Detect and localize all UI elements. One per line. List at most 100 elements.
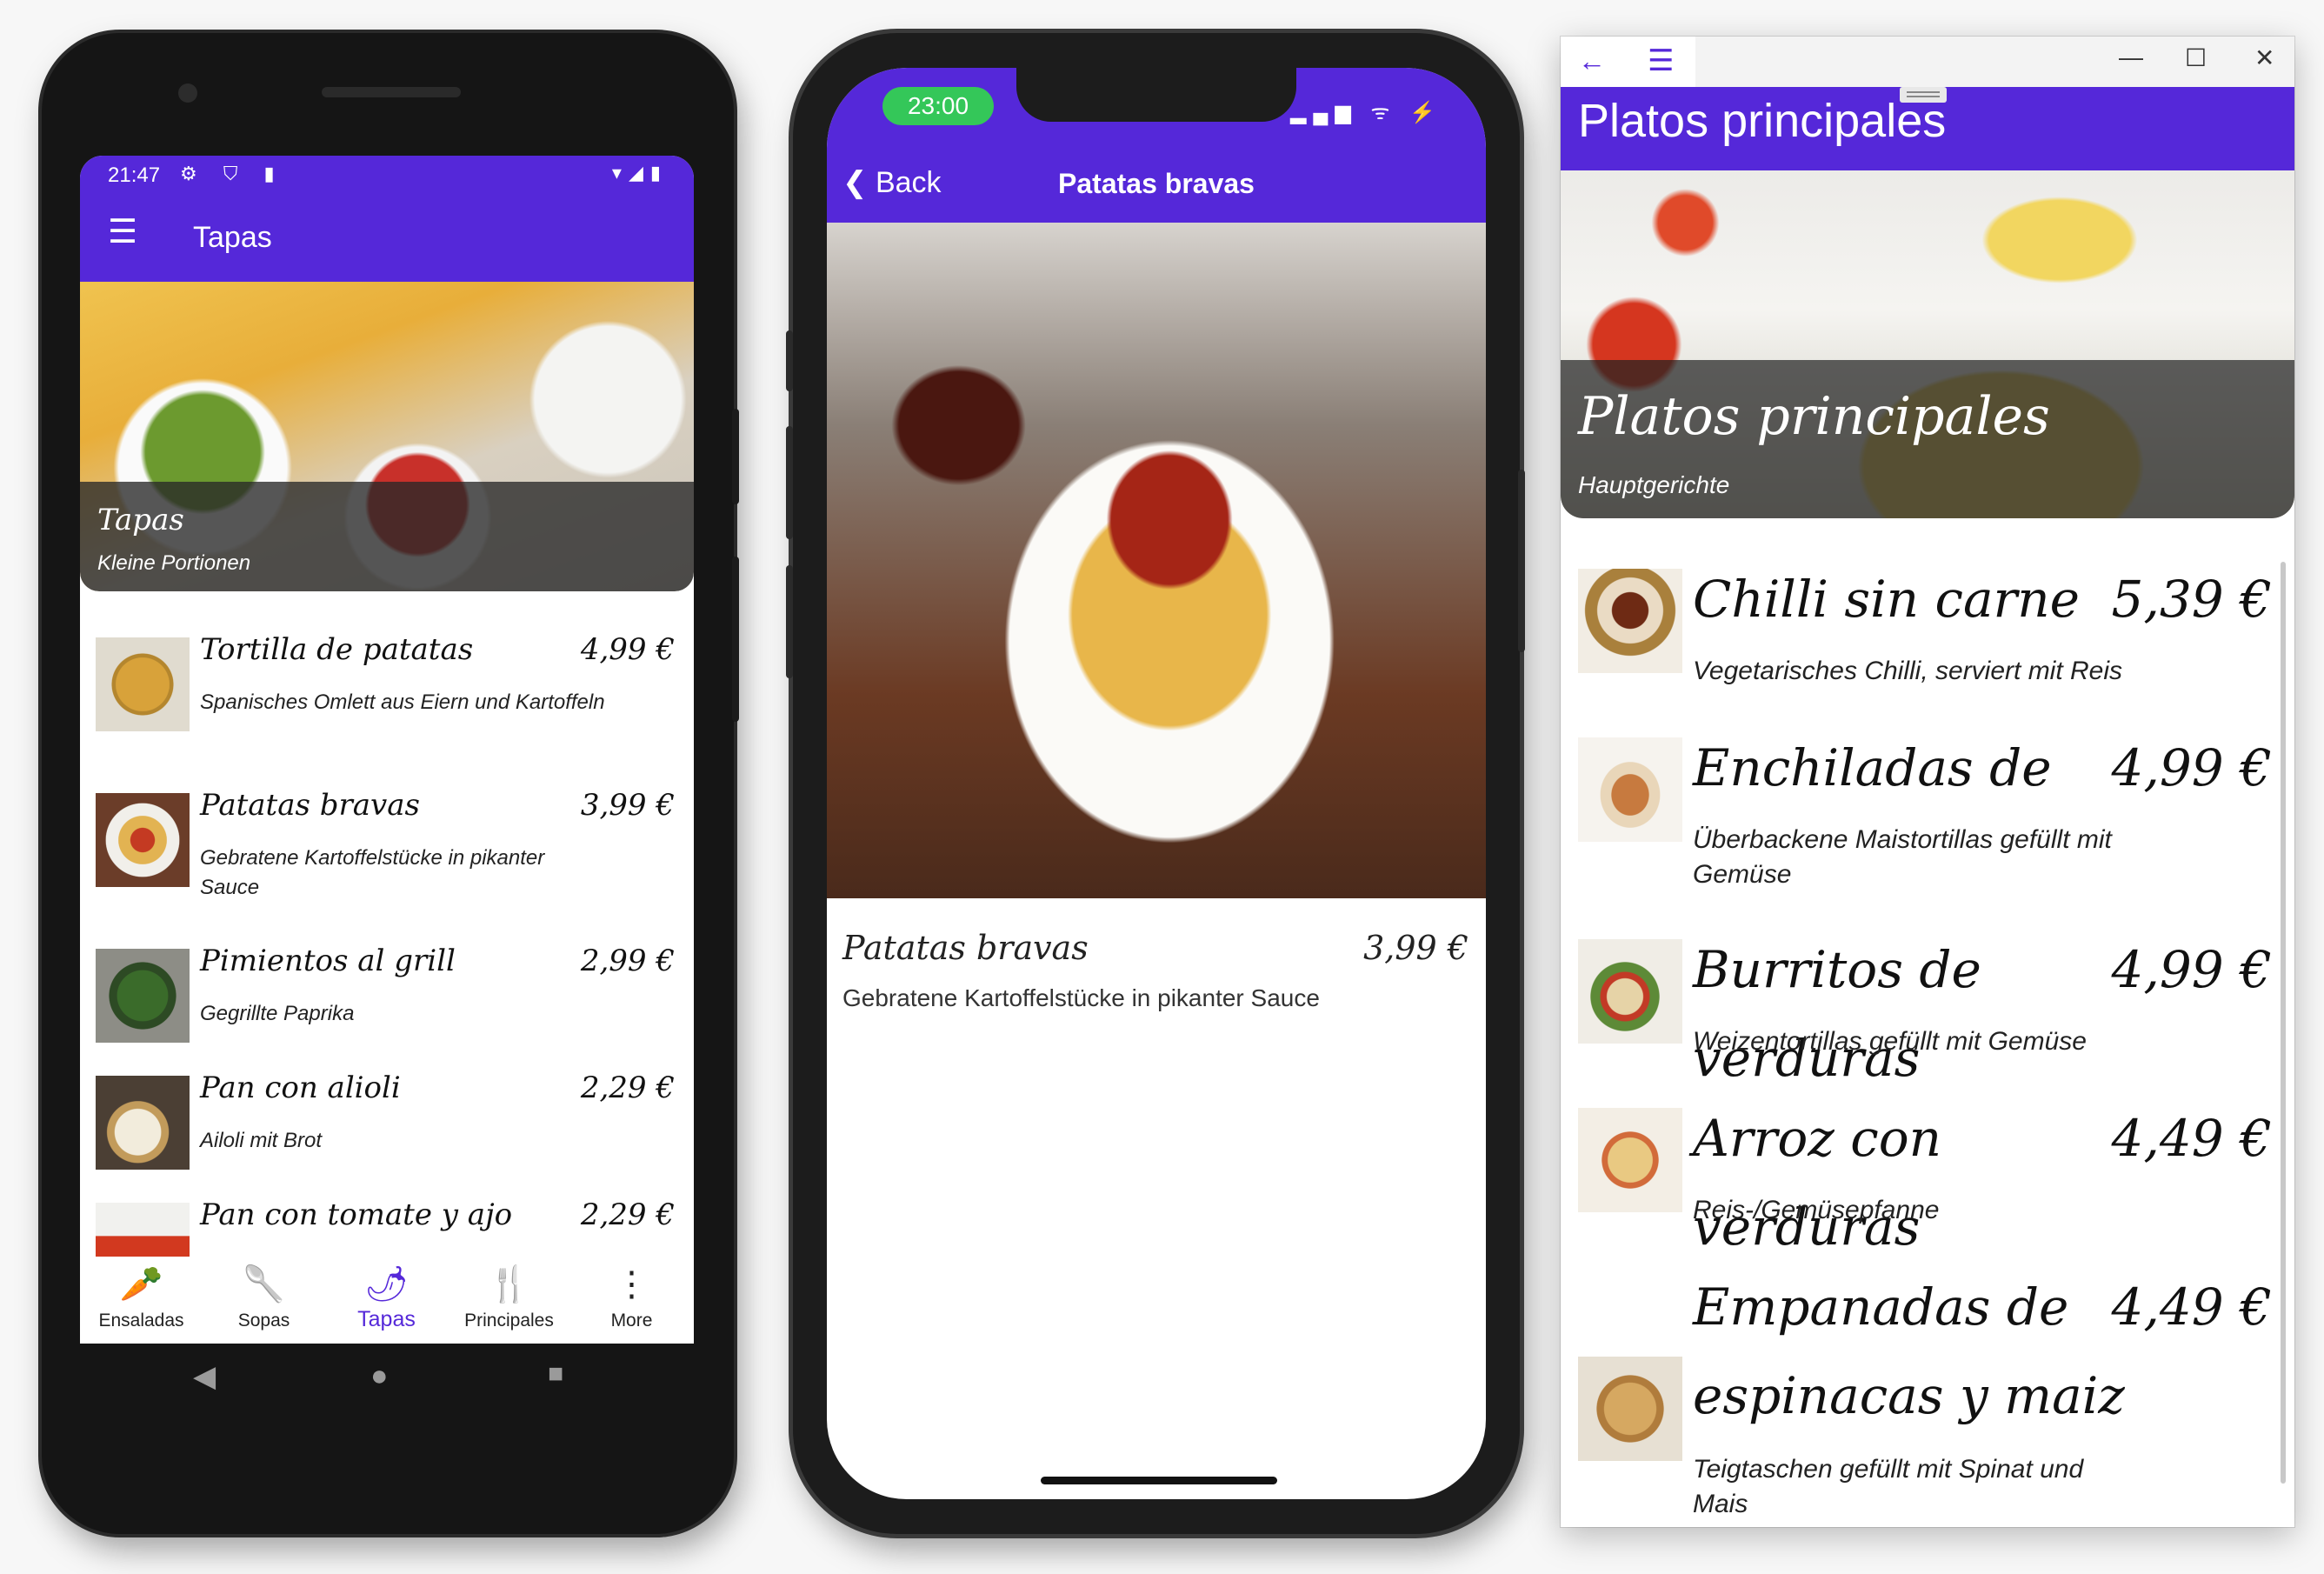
item-description: Gebratene Kartoffelstücke in pikanter Sa… xyxy=(842,984,1320,1011)
status-time: 21:47 xyxy=(108,163,161,187)
maximize-icon[interactable]: ☐ xyxy=(2185,43,2207,72)
tab-more[interactable]: ⋮ More xyxy=(570,1257,693,1344)
android-status-bar: 21:47 ⚙ ⛉ ▮ ▾◢▮ xyxy=(80,156,694,195)
drag-handle-icon[interactable] xyxy=(1900,87,1947,103)
bravas-photo xyxy=(96,793,190,887)
nav-home-icon[interactable]: ● xyxy=(370,1359,389,1393)
item-description: Spanisches Omlett aus Eiern und Kartoffe… xyxy=(200,690,605,714)
tab-label: Ensaladas xyxy=(98,1311,184,1331)
list-item[interactable]: Chilli sin carne 5,39 € Vegetarisches Ch… xyxy=(1561,560,2294,708)
android-system-nav: ◀ ● ■ xyxy=(80,1344,694,1422)
enchiladas-photo xyxy=(1578,737,1682,842)
item-name: Arroz con verduras xyxy=(1693,1109,1942,1257)
nav-back-icon[interactable]: ◀ xyxy=(193,1359,216,1394)
scrollbar[interactable] xyxy=(2281,562,2286,1484)
item-description: Gebratene Kartoffelstücke in pikanter Sa… xyxy=(200,846,545,899)
chilli-photo xyxy=(1578,569,1682,673)
back-label: Back xyxy=(875,166,942,199)
list-item[interactable]: Enchiladas de 4,99 € Überbackene Maistor… xyxy=(1561,729,2294,911)
pimientos-photo xyxy=(96,949,190,1043)
list-item[interactable]: Patatas bravas 3,99 € Gebratene Kartoffe… xyxy=(80,788,694,950)
window-titlebar: ← ☰ — ☐ ✕ xyxy=(1561,37,2294,87)
arroz-photo xyxy=(1578,1108,1682,1212)
iphone-volume-up xyxy=(786,426,793,539)
list-item[interactable]: Burritos de verduras 4,99 € Weizentortil… xyxy=(1561,930,2294,1088)
android-camera xyxy=(178,83,197,103)
android-power-button xyxy=(732,409,739,504)
list-item[interactable]: Empanadas de espinacas y maiz 4,49 € Tei… xyxy=(1561,1268,2294,1527)
iphone-volume-down xyxy=(786,565,793,678)
item-description: Ailoli mit Brot xyxy=(200,1129,323,1152)
page-title: Platos principales xyxy=(1578,95,1947,147)
android-speaker xyxy=(322,87,461,97)
home-indicator[interactable] xyxy=(1041,1477,1277,1484)
empanadas-photo xyxy=(1578,1357,1682,1461)
list-item[interactable]: Pan con tomate y ajo 2,29 € xyxy=(80,1203,694,1257)
tab-principales[interactable]: 🍴 Principales xyxy=(448,1257,570,1344)
iphone-mute-switch xyxy=(786,330,793,391)
tab-label: More xyxy=(610,1311,653,1331)
iphone-screen: 23:00 ▂▄▆ ᯤ ⚡ Patatas bravas ❮ Back Pata… xyxy=(827,68,1486,1499)
hero-title: Platos principales xyxy=(1578,386,2050,447)
tab-tapas[interactable]: 🌶 Tapas xyxy=(325,1257,448,1344)
item-price: 5,39 € xyxy=(2111,570,2272,629)
item-name: Pan con tomate y ajo xyxy=(200,1203,513,1232)
item-price: 4,99 € xyxy=(2111,738,2272,797)
item-price: 4,99 € xyxy=(2111,940,2272,999)
close-icon[interactable]: ✕ xyxy=(2254,43,2274,72)
tortilla-photo xyxy=(96,637,190,731)
hero-subtitle: Kleine Portionen xyxy=(97,551,251,575)
item-description: Weizentortillas gefüllt mit Gemüse xyxy=(1693,1027,2087,1056)
alioli-photo xyxy=(96,1076,190,1170)
item-description: Überbackene Maistortillas gefüllt mit Ge… xyxy=(1693,825,2112,889)
item-price: 3,99 € xyxy=(580,788,675,823)
hamburger-menu-icon[interactable]: ☰ xyxy=(108,216,137,249)
nav-recents-icon[interactable]: ■ xyxy=(548,1359,563,1389)
item-price: 2,29 € xyxy=(580,1203,675,1232)
platos-hero-image: Platos principales Hauptgerichte xyxy=(1561,170,2294,518)
windows-app-window: ← ☰ — ☐ ✕ Platos principales Platos prin… xyxy=(1561,37,2294,1527)
item-description: Reis-/Gemüsepfanne xyxy=(1693,1196,1940,1224)
status-notification-icons: ⚙ ⛉ ▮ xyxy=(180,163,285,184)
tab-label: Tapas xyxy=(357,1307,416,1331)
item-name: Pimientos al grill xyxy=(200,944,456,978)
android-volume-button xyxy=(732,557,739,722)
android-screen: 21:47 ⚙ ⛉ ▮ ▾◢▮ ☰ Tapas Tapas Kleine Por… xyxy=(80,156,694,1344)
list-item[interactable]: Arroz con verduras 4,49 € Reis-/Gemüsepf… xyxy=(1561,1099,2294,1257)
tab-ensaladas[interactable]: 🥕 Ensaladas xyxy=(80,1257,203,1344)
status-time: 23:00 xyxy=(882,87,994,125)
item-price: 4,49 € xyxy=(2111,1277,2272,1337)
item-description: Gegrillte Paprika xyxy=(200,1002,355,1025)
status-system-icons: ▂▄▆ ᯤ ⚡ xyxy=(1289,101,1442,124)
item-name: Patatas bravas xyxy=(200,788,420,823)
more-icon: ⋮ xyxy=(614,1265,649,1304)
bottom-tab-bar: 🥕 Ensaladas 🥄 Sopas 🌶 Tapas 🍴 Principale… xyxy=(80,1257,694,1344)
minimize-icon[interactable]: — xyxy=(2119,43,2143,71)
hero-subtitle: Hauptgerichte xyxy=(1578,471,1730,498)
back-button[interactable]: ❮ Back xyxy=(842,165,942,200)
item-name: Tortilla de patatas xyxy=(200,632,474,667)
pan-tomate-photo xyxy=(96,1203,190,1257)
item-price: 2,99 € xyxy=(580,944,675,978)
item-name: Enchiladas de xyxy=(1693,738,2052,797)
chevron-left-icon: ❮ xyxy=(842,166,876,199)
back-arrow-icon[interactable]: ← xyxy=(1578,45,1606,77)
android-app-bar: ☰ Tapas xyxy=(80,195,694,282)
tab-label: Sopas xyxy=(237,1311,290,1331)
hamburger-menu-icon[interactable]: ☰ xyxy=(1648,43,1674,78)
iphone-side-button xyxy=(1518,470,1525,652)
item-price: 4,99 € xyxy=(580,632,675,667)
list-item[interactable]: Tortilla de patatas 4,99 € Spanisches Om… xyxy=(80,632,694,794)
ladle-icon: 🥄 xyxy=(242,1265,286,1304)
hero-caption: Platos principales Hauptgerichte xyxy=(1561,360,2294,518)
item-description: Vegetarisches Chilli, serviert mit Reis xyxy=(1693,657,2123,685)
status-system-icons: ▾◢▮ xyxy=(611,162,668,183)
hero-caption: Tapas Kleine Portionen xyxy=(80,482,694,591)
carrot-icon: 🥕 xyxy=(119,1265,163,1304)
iphone-notch xyxy=(1016,68,1296,122)
tab-sopas[interactable]: 🥄 Sopas xyxy=(203,1257,325,1344)
tab-label: Principales xyxy=(464,1311,554,1331)
ios-nav-bar: 23:00 ▂▄▆ ᯤ ⚡ Patatas bravas ❮ Back xyxy=(827,68,1486,223)
item-price: 4,49 € xyxy=(2111,1109,2272,1168)
pepper-icon: 🌶 xyxy=(364,1265,409,1304)
